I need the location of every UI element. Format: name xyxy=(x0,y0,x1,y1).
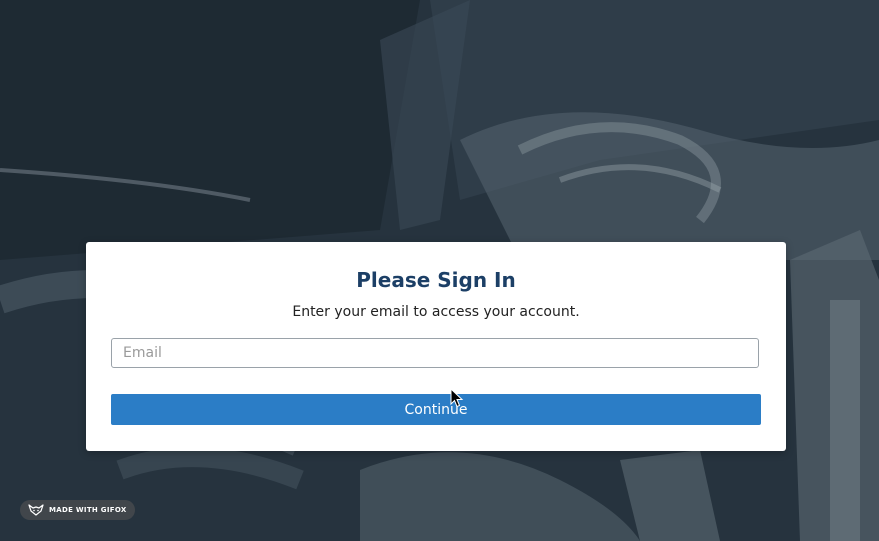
sign-in-subtitle: Enter your email to access your account. xyxy=(292,304,580,320)
email-input[interactable] xyxy=(111,338,759,368)
fox-icon xyxy=(28,504,44,516)
sign-in-card: Please Sign In Enter your email to acces… xyxy=(86,242,786,451)
continue-button[interactable]: Continue xyxy=(111,394,761,425)
page-background: Please Sign In Enter your email to acces… xyxy=(0,0,879,541)
mouse-cursor-icon xyxy=(450,388,464,408)
watermark-label: MADE WITH GIFOX xyxy=(49,506,127,514)
gifox-watermark-badge: MADE WITH GIFOX xyxy=(20,500,135,520)
sign-in-title: Please Sign In xyxy=(356,268,516,292)
